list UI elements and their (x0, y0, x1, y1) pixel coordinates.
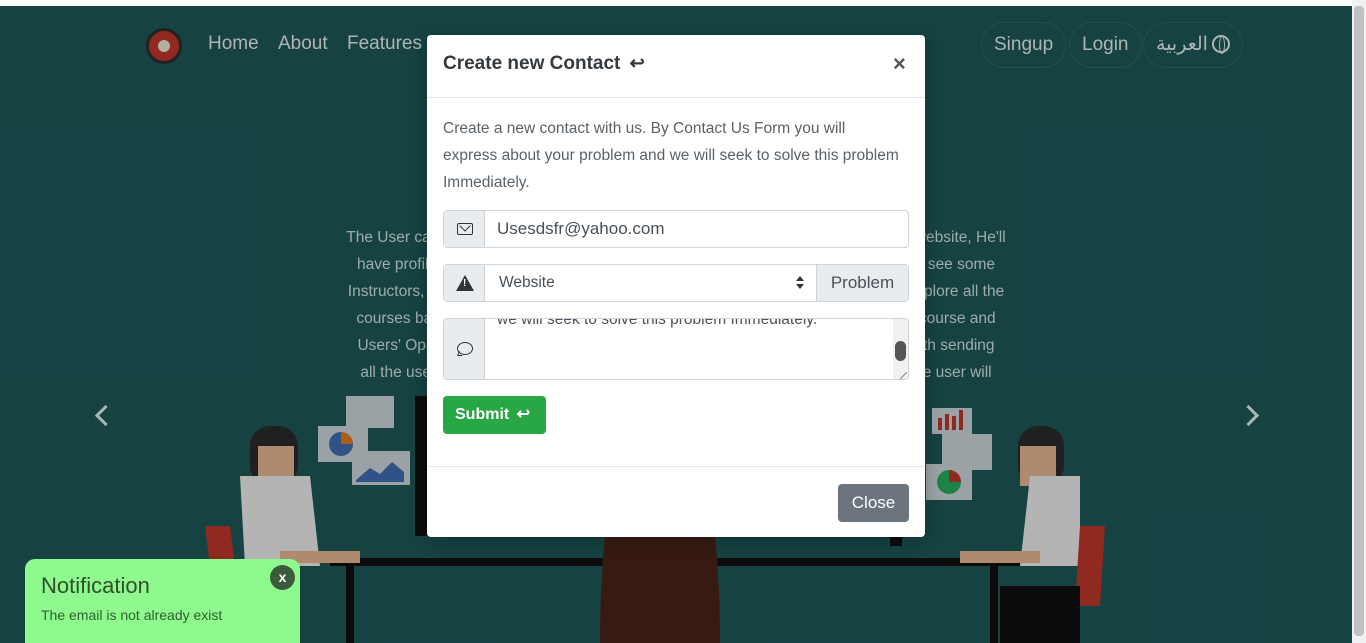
modal-header: Create new Contact ↩ × (427, 35, 925, 98)
problem-input-group: Website Problem (443, 264, 909, 302)
resize-handle-icon[interactable] (899, 369, 907, 377)
warning-icon (456, 275, 474, 291)
envelope-icon (457, 223, 473, 235)
modal-description: Create a new contact with us. By Contact… (443, 120, 899, 191)
textarea-scrollbar-thumb[interactable] (895, 341, 906, 361)
notification-toast: Notification The email is not already ex… (25, 559, 300, 643)
chat-icon-addon (444, 319, 485, 379)
modal-close-icon[interactable]: × (893, 51, 906, 77)
modal-title: Create new Contact ↩ (443, 53, 645, 75)
email-input-group: Usesdsfr@yahoo.com (443, 210, 909, 248)
message-input-group: we will seek to solve this problem Immed… (443, 318, 909, 380)
envelope-icon-addon (444, 211, 485, 247)
problem-addon-label: Problem (817, 265, 908, 301)
reply-icon: ↩ (629, 53, 645, 73)
modal-title-text: Create new Contact (443, 53, 621, 74)
submit-label: Submit (455, 406, 510, 423)
reply-icon: ↩ (512, 406, 531, 423)
page-scrollbar-thumb[interactable] (1354, 6, 1364, 636)
chat-bubble-icon (457, 342, 473, 355)
problem-type-select[interactable]: Website (487, 265, 817, 301)
email-field[interactable]: Usesdsfr@yahoo.com (497, 219, 665, 239)
contact-modal: Create new Contact ↩ × Create a new cont… (427, 35, 925, 537)
message-textarea[interactable]: we will seek to solve this problem Immed… (497, 319, 887, 329)
notification-title: Notification (41, 573, 150, 598)
select-caret-icon (796, 276, 804, 290)
notification-message: The email is not already exist (41, 607, 223, 623)
problem-type-value: Website (499, 274, 555, 291)
close-button[interactable]: Close (838, 484, 909, 522)
submit-button[interactable]: Submit ↩ (443, 396, 546, 434)
notification-close-button[interactable]: x (270, 565, 295, 590)
page-scrollbar[interactable] (1352, 0, 1366, 643)
modal-footer: Close (427, 466, 925, 537)
warning-icon-addon (444, 265, 485, 301)
